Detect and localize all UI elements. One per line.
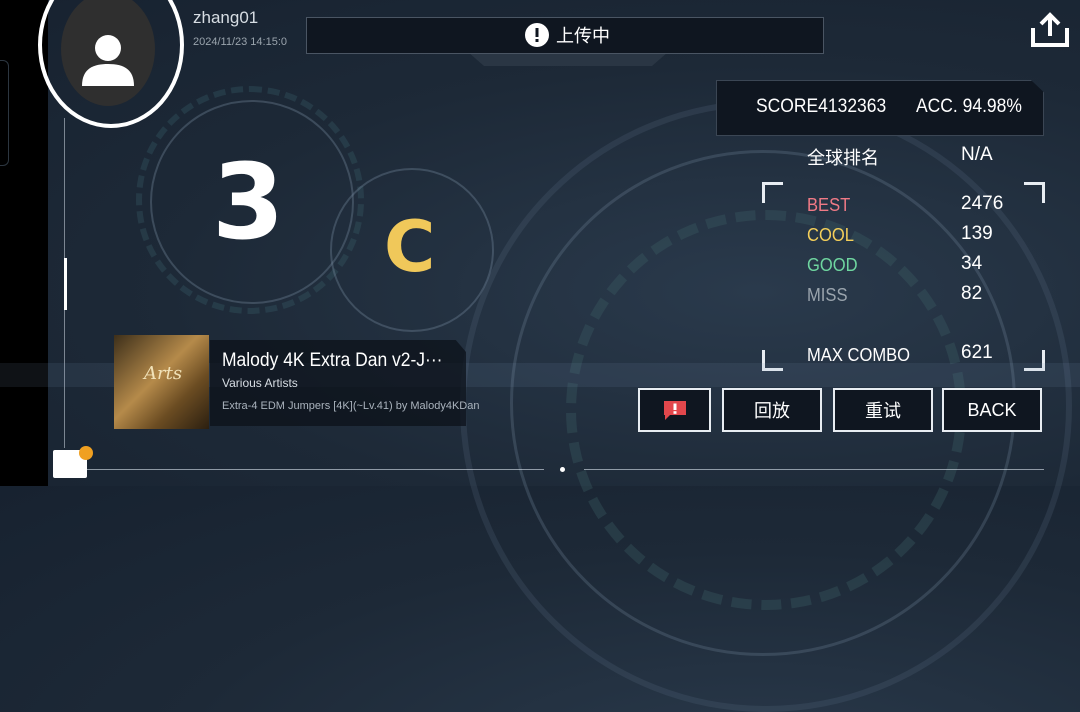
album-cover: Arts (114, 335, 209, 429)
user-icon (82, 35, 134, 86)
song-title: Malody 4K Extra Dan v2-J··· (222, 350, 443, 371)
score-value: 4132363 (818, 96, 887, 117)
grade-letter: C (384, 206, 436, 288)
rank-position: 3 (212, 141, 285, 263)
alert-circle-icon (525, 23, 549, 47)
bottom-divider (66, 469, 544, 470)
bottom-divider (584, 469, 1044, 470)
song-chart-info: Extra-4 EDM Jumpers [4K](~Lv.41) by Malo… (222, 400, 480, 412)
bracket-corner (1024, 182, 1045, 203)
score-label: SCORE (756, 96, 819, 117)
judge-label-cool: COOL (807, 225, 854, 245)
left-tick (64, 258, 67, 310)
judge-label-miss: MISS (807, 285, 848, 305)
notification-dot (79, 446, 93, 460)
share-upload-icon[interactable] (1030, 12, 1070, 48)
judge-value-good: 34 (961, 253, 983, 274)
accuracy: ACC. 94.98% (916, 96, 1022, 118)
max-combo-value: 621 (961, 342, 993, 363)
song-artist: Various Artists (222, 376, 298, 390)
judge-value-cool: 139 (961, 223, 993, 244)
judge-label-good: GOOD (807, 255, 858, 275)
upload-status-text: 上传中 (556, 26, 610, 47)
global-rank-value: N/A (961, 144, 993, 165)
bracket-corner (762, 182, 783, 203)
cover-text: Arts (144, 363, 183, 384)
report-alert-icon (663, 401, 686, 420)
username: zhang01 (193, 8, 259, 27)
judge-label-best: BEST (807, 195, 851, 215)
side-handle (0, 60, 9, 166)
timestamp: 2024/11/23 14:15:0 (193, 36, 287, 48)
back-button[interactable]: BACK (942, 388, 1042, 432)
score: SCORE4132363 (756, 96, 886, 118)
replay-button[interactable]: 回放 (722, 388, 822, 432)
judge-value-best: 2476 (961, 193, 1004, 214)
report-button[interactable] (638, 388, 711, 432)
upload-bar-tab (468, 52, 668, 66)
acc-label: ACC. (916, 96, 958, 117)
global-rank-label: 全球排名 (807, 148, 879, 169)
acc-value: 94.98% (962, 96, 1022, 117)
judge-value-miss: 82 (961, 283, 983, 304)
retry-button[interactable]: 重试 (833, 388, 933, 432)
page-indicator-dot (560, 467, 565, 472)
